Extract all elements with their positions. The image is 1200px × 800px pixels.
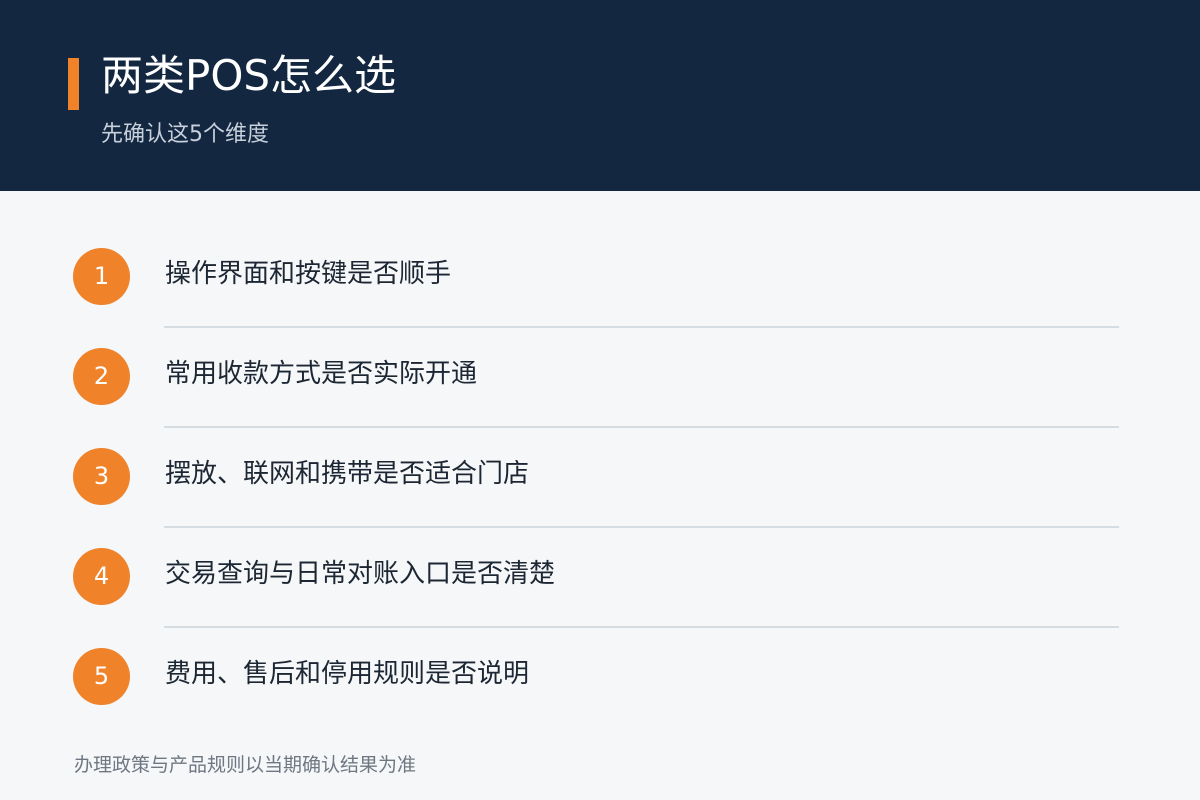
item-label: 常用收款方式是否实际开通 (165, 359, 478, 389)
divider (164, 426, 1119, 428)
list-item: 1 操作界面和按键是否顺手 (0, 248, 1200, 348)
page-subtitle: 先确认这5个维度 (101, 122, 269, 147)
divider (164, 626, 1119, 628)
item-label: 操作界面和按键是否顺手 (165, 259, 452, 289)
item-label: 费用、售后和停用规则是否说明 (165, 659, 530, 689)
list-item: 2 常用收款方式是否实际开通 (0, 348, 1200, 448)
item-number-badge: 3 (73, 448, 130, 505)
footer-note: 办理政策与产品规则以当期确认结果为准 (74, 754, 417, 776)
item-number-badge: 1 (73, 248, 130, 305)
list-item: 4 交易查询与日常对账入口是否清楚 (0, 548, 1200, 648)
list-item: 3 摆放、联网和携带是否适合门店 (0, 448, 1200, 548)
header: 两类POS怎么选 先确认这5个维度 (0, 0, 1200, 191)
item-label: 交易查询与日常对账入口是否清楚 (165, 559, 556, 589)
item-number-badge: 2 (73, 348, 130, 405)
title-accent-bar (68, 58, 79, 110)
list-item: 5 费用、售后和停用规则是否说明 (0, 648, 1200, 748)
item-label: 摆放、联网和携带是否适合门店 (165, 459, 530, 489)
item-number-badge: 4 (73, 548, 130, 605)
item-number-badge: 5 (73, 648, 130, 705)
page-title: 两类POS怎么选 (101, 51, 397, 100)
divider (164, 326, 1119, 328)
divider (164, 526, 1119, 528)
